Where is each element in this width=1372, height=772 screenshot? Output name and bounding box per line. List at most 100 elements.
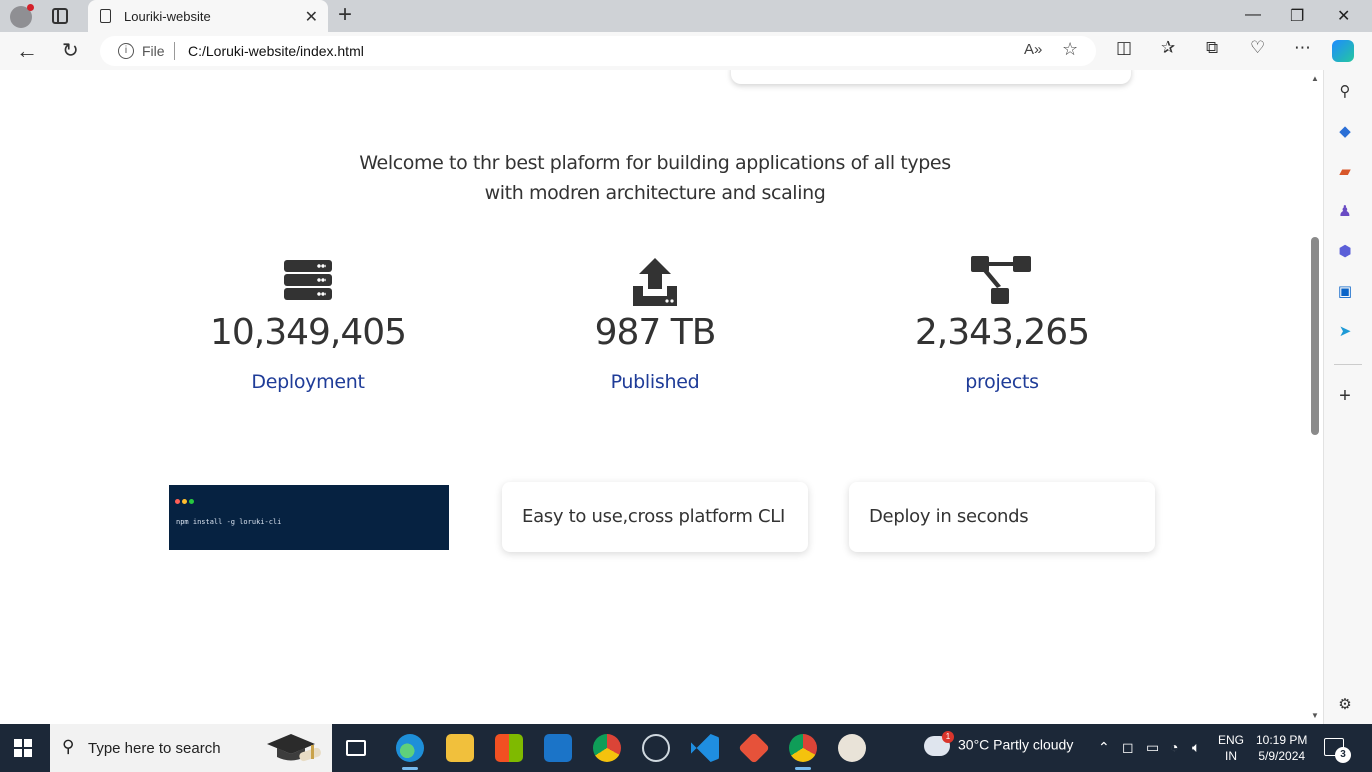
page-scrollbar[interactable]: ▲ ▼ <box>1307 70 1323 724</box>
upload-icon <box>633 258 677 306</box>
back-button[interactable]: ← <box>16 38 38 64</box>
outlook-icon[interactable]: ▣ <box>1336 283 1354 301</box>
tools-icon[interactable]: ▰ <box>1336 163 1354 181</box>
minimize-dot-icon <box>182 499 187 504</box>
stat-deployment: 10,349,405 Deployment <box>158 256 458 393</box>
maximize-button[interactable]: ❐ <box>1290 6 1304 26</box>
scrollbar-thumb[interactable] <box>1311 237 1319 435</box>
wifi-icon[interactable]: ◔ <box>1170 739 1178 755</box>
search-icon: ⚲ <box>62 737 75 756</box>
intro-text: Welcome to thr best plaform for building… <box>359 152 951 204</box>
read-aloud-icon[interactable]: A» <box>1024 41 1042 58</box>
favorites-icon[interactable]: ✰ <box>1161 38 1175 58</box>
network-icon <box>971 256 1031 304</box>
mail-icon[interactable] <box>544 734 572 762</box>
browser-tab[interactable]: Louriki-website ✕ <box>88 0 328 32</box>
info-icon[interactable]: i <box>118 43 134 59</box>
chevron-up-icon[interactable]: ⌃ <box>1098 739 1110 756</box>
notification-center-icon[interactable]: 3 <box>1324 738 1351 763</box>
battery-icon[interactable]: ▭ <box>1146 739 1159 756</box>
sidebar-divider <box>1334 364 1362 365</box>
add-icon[interactable]: + <box>1336 386 1354 406</box>
hero-card-bottom-edge <box>731 70 1131 84</box>
edge-icon[interactable] <box>396 734 424 770</box>
server-icon <box>284 260 332 302</box>
graduation-cap-icon <box>267 734 321 762</box>
start-button[interactable] <box>14 739 32 757</box>
partly-cloudy-icon: 1 <box>924 731 954 756</box>
task-view-icon[interactable] <box>346 740 366 756</box>
stat-value: 2,343,265 <box>914 312 1090 353</box>
split-screen-icon[interactable]: ◫ <box>1116 38 1132 58</box>
scroll-down-icon[interactable]: ▼ <box>1311 711 1319 720</box>
tab-title: Louriki-website <box>124 9 211 24</box>
git-icon[interactable] <box>738 732 770 764</box>
weather-badge: 1 <box>942 731 954 743</box>
system-clock[interactable]: 10:19 PM 5/9/2024 <box>1256 732 1307 764</box>
file-explorer-icon[interactable] <box>446 734 474 762</box>
search-placeholder: Type here to search <box>88 740 221 757</box>
clock-time: 10:19 PM <box>1256 733 1308 747</box>
url-text[interactable]: C:/Loruki-website/index.html <box>188 43 364 59</box>
chrome-profile-icon[interactable] <box>789 734 817 770</box>
close-window-button[interactable]: ✕ <box>1337 6 1350 26</box>
collections-icon[interactable]: ⧉ <box>1206 38 1218 58</box>
stat-value: 987 TB <box>594 312 717 353</box>
minimize-button[interactable]: — <box>1245 6 1261 24</box>
stat-label: projects <box>965 371 1039 393</box>
stat-published: 987 TB Published <box>505 256 805 393</box>
maximize-dot-icon <box>189 499 194 504</box>
clock-date: 5/9/2024 <box>1258 749 1306 763</box>
stat-projects: 2,343,265 projects <box>852 256 1152 393</box>
tab-close-button[interactable]: ✕ <box>305 7 318 27</box>
whatsapp-icon[interactable] <box>642 734 670 762</box>
stat-label: Deployment <box>251 371 365 393</box>
copilot-icon[interactable] <box>1332 40 1354 62</box>
paint-icon[interactable] <box>838 734 866 762</box>
address-bar[interactable]: i File C:/Loruki-website/index.html A» ☆ <box>100 36 1096 66</box>
tab-actions-icon[interactable] <box>52 8 68 24</box>
divider <box>174 42 175 60</box>
terminal-command: npm install -g loruki-cli <box>176 518 282 526</box>
edge-sidebar: ⚲ ◆ ▰ ♟ ⬢ ▣ ➤ + ⚙ <box>1323 70 1372 724</box>
favorite-star-icon[interactable]: ☆ <box>1062 39 1078 60</box>
close-dot-icon <box>175 499 180 504</box>
document-icon <box>100 9 111 23</box>
telegram-icon[interactable]: ➤ <box>1336 323 1354 341</box>
taskbar-search[interactable]: ⚲ Type here to search <box>50 724 332 772</box>
lang-code: ENG <box>1218 733 1245 747</box>
chrome-icon[interactable] <box>593 734 621 762</box>
new-tab-button[interactable]: + <box>338 3 352 27</box>
feature-card-cli: Easy to use,cross platform CLI <box>502 482 808 552</box>
weather-widget[interactable]: 1 30°C Partly cloudy <box>924 731 1074 756</box>
stat-label: Published <box>610 371 700 393</box>
weather-text: 30°C Partly cloudy <box>958 736 1074 753</box>
input-language[interactable]: ENG IN <box>1218 732 1244 764</box>
stat-value: 10,349,405 <box>209 312 407 353</box>
feature-text: Deploy in seconds <box>869 506 1029 527</box>
games-icon[interactable]: ♟ <box>1336 203 1354 221</box>
settings-icon[interactable]: ⚙ <box>1336 696 1354 714</box>
notification-count: 3 <box>1335 747 1351 763</box>
copilot-apps-icon[interactable]: ⬢ <box>1336 243 1354 261</box>
scroll-up-icon[interactable]: ▲ <box>1311 74 1319 83</box>
taskbar: ⚲ Type here to search 1 30°C Partly cloud… <box>0 724 1372 772</box>
terminal-window: npm install -g loruki-cli <box>169 485 449 550</box>
vscode-icon[interactable] <box>691 734 719 762</box>
volume-icon[interactable]: 🔈︎ <box>1192 739 1200 756</box>
lang-region: IN <box>1225 749 1237 763</box>
feature-card-deploy: Deploy in seconds <box>849 482 1155 552</box>
url-scheme: File <box>142 43 165 59</box>
page-viewport: Welcome to thr best plaform for building… <box>3 70 1307 724</box>
performance-icon[interactable]: ♡ <box>1250 38 1265 58</box>
feature-text: Easy to use,cross platform CLI <box>522 506 786 527</box>
profile-avatar[interactable] <box>10 4 34 28</box>
store-icon[interactable] <box>495 734 523 762</box>
shopping-tag-icon[interactable]: ◆ <box>1336 123 1354 141</box>
tab-bar: Louriki-website ✕ + — ❐ ✕ <box>0 0 1372 32</box>
meet-now-icon[interactable]: ◻ <box>1122 739 1134 756</box>
window-dots <box>175 491 196 509</box>
more-icon[interactable]: ⋯ <box>1294 38 1311 58</box>
search-icon[interactable]: ⚲ <box>1336 83 1354 101</box>
reload-button[interactable]: ↻ <box>62 38 79 63</box>
